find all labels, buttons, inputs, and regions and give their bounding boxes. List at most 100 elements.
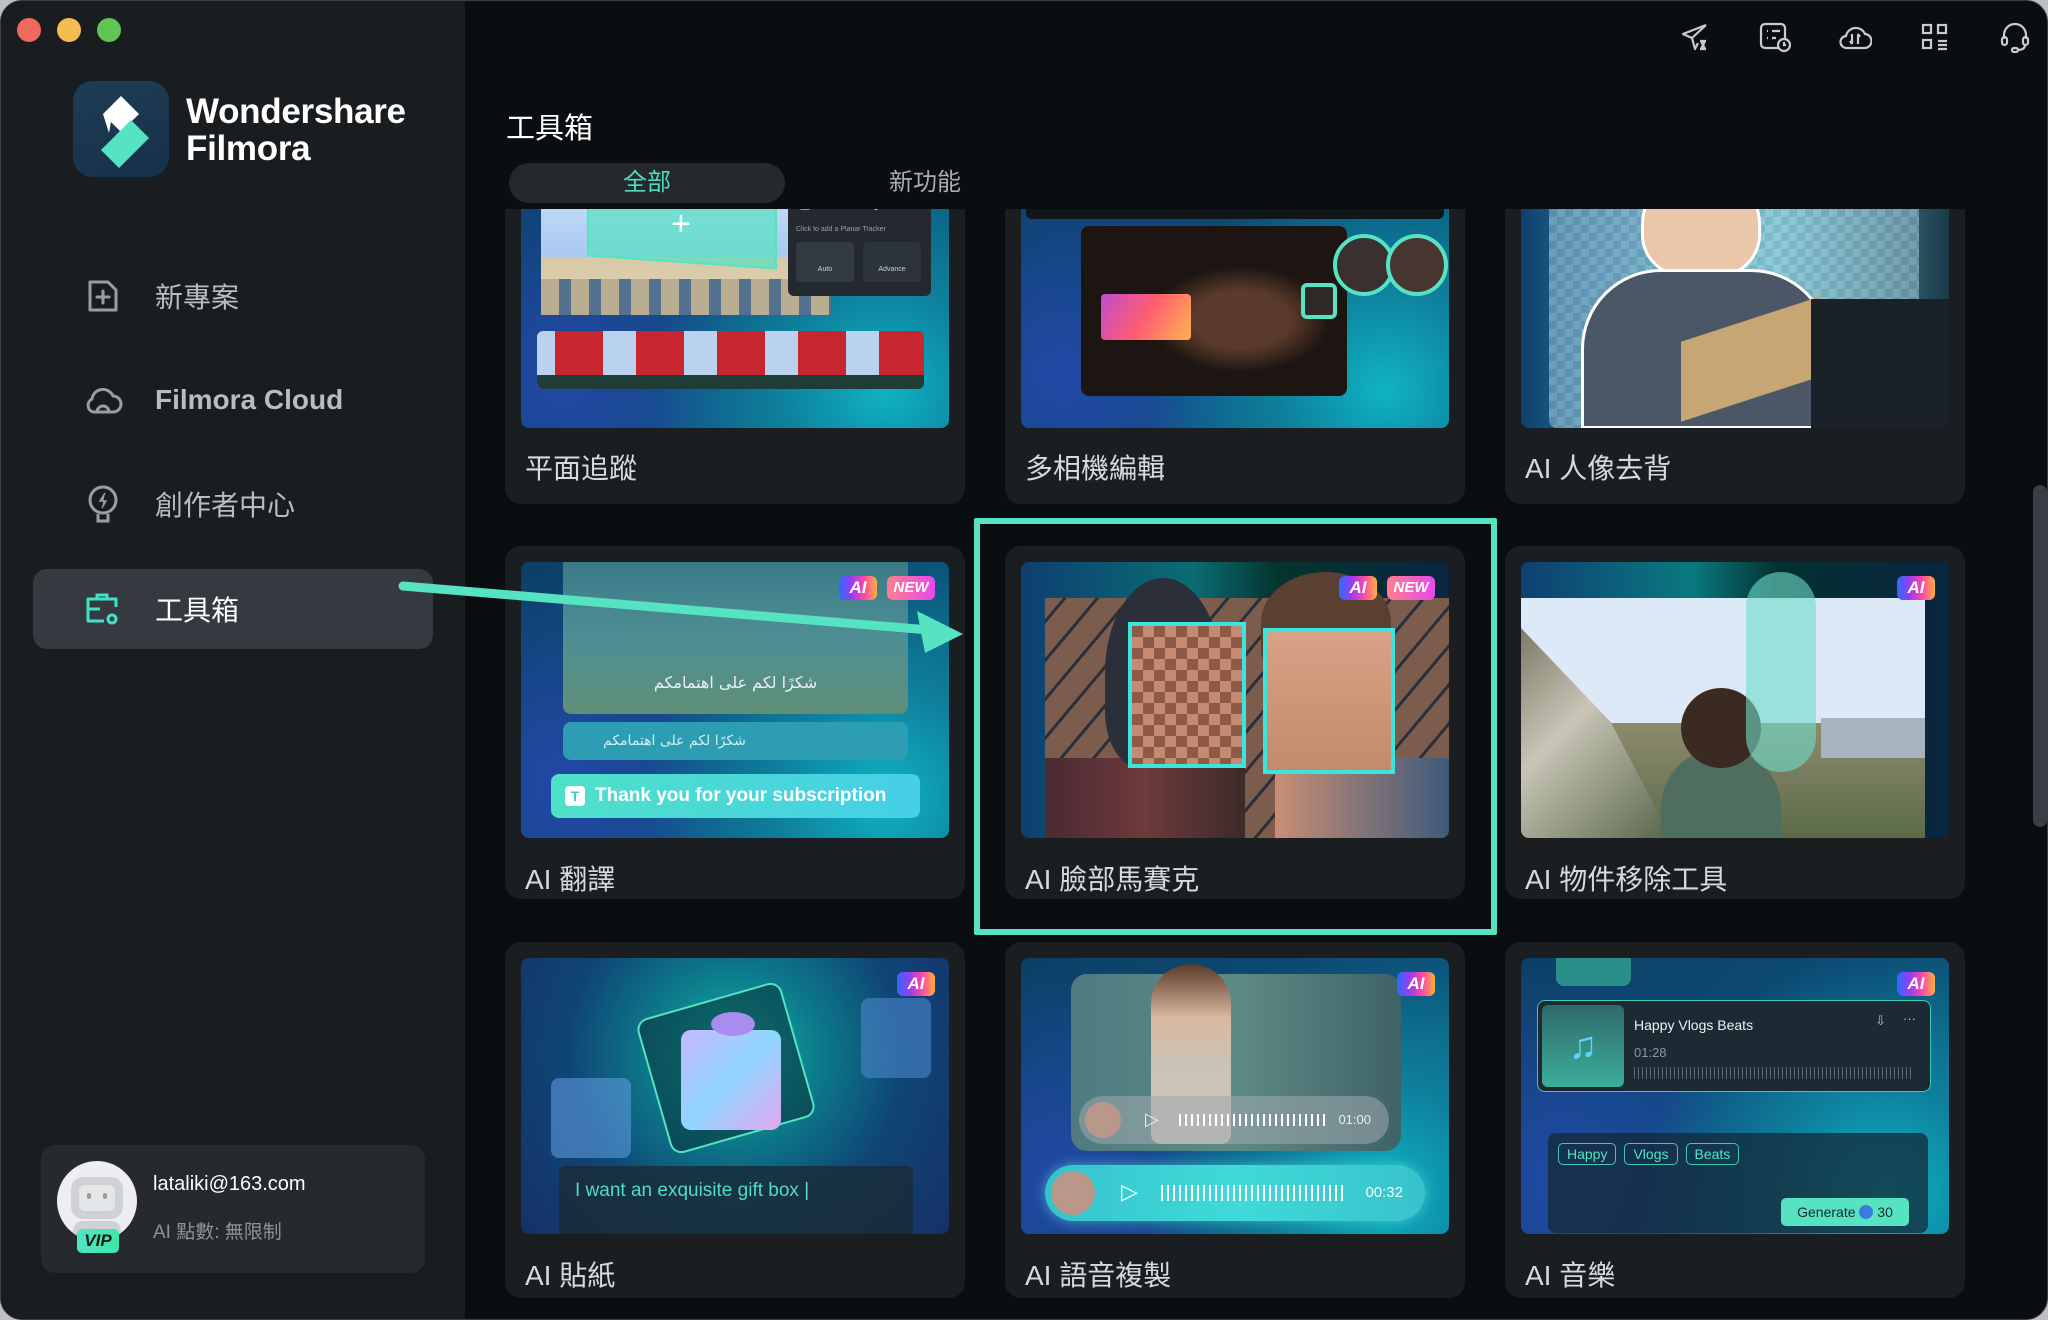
detected-face-box xyxy=(1263,628,1395,774)
ai-badge: AI xyxy=(839,576,877,600)
ai-credit-icon xyxy=(1859,1205,1874,1219)
badges: AI xyxy=(897,972,935,996)
tool-card-ai-portrait-cutout[interactable]: AI 人像去背 xyxy=(1505,209,1965,504)
badges: AI xyxy=(1897,972,1935,996)
sidebar-item-toolbox[interactable]: 工具箱 xyxy=(33,569,433,649)
scrollbar[interactable] xyxy=(2033,485,2047,827)
play-icon: ▷ xyxy=(1145,1109,1159,1129)
card-thumbnail: I want an exquisite gift box | AI xyxy=(521,958,949,1234)
cloud-icon xyxy=(83,380,123,420)
card-thumbnail: ♫ Happy Vlogs Beats 01:28 ⇩ ··· Happy Vl… xyxy=(1521,958,1949,1234)
card-title: 平面追蹤 xyxy=(525,453,638,484)
card-title: AI 語音複製 xyxy=(1025,1260,1172,1291)
category-tabs: 全部 新功能 xyxy=(509,163,1283,203)
user-email: lataliki@163.com xyxy=(153,1173,306,1195)
cloned-duration: 00:32 xyxy=(1365,1184,1403,1201)
ai-badge: AI xyxy=(1897,576,1935,600)
timeline-strip xyxy=(537,331,924,389)
tools-grid: + Planar Tracking Click to add a Planar … xyxy=(465,209,2047,1319)
card-title: AI 人像去背 xyxy=(1525,453,1672,484)
music-note-icon: ♫ xyxy=(1542,1005,1624,1087)
tag-happy: Happy xyxy=(1558,1143,1617,1165)
sidebar-item-creator-hub[interactable]: 創作者中心 xyxy=(33,464,433,544)
cloud-transfer-icon[interactable] xyxy=(1835,17,1875,57)
sidebar-item-label: Filmora Cloud xyxy=(155,384,344,415)
new-badge: NEW xyxy=(1387,576,1435,600)
prompt-input: I want an exquisite gift box | xyxy=(559,1166,913,1234)
card-thumbnail: + Planar Tracking Click to add a Planar … xyxy=(521,209,949,428)
more-icon: ··· xyxy=(1903,1011,1916,1026)
tool-card-ai-object-remover[interactable]: AI AI 物件移除工具 xyxy=(1505,546,1965,899)
minimize-window-button[interactable] xyxy=(57,18,81,42)
card-thumbnail: ▷ 01:00 ▷ 00:32 AI xyxy=(1021,958,1449,1234)
tool-card-ai-voice-clone[interactable]: ▷ 01:00 ▷ 00:32 AI AI 語音複製 xyxy=(1005,942,1465,1298)
auto-button: Auto xyxy=(796,242,854,282)
card-thumbnail: شكرًا لكم على اهتمامكم شكرًا لكم على اهت… xyxy=(521,562,949,838)
card-thumbnail: AI NEW xyxy=(1021,562,1449,838)
removal-brush-mask xyxy=(1746,572,1816,772)
page-title: 工具箱 xyxy=(506,113,594,145)
subtitle-source: شكرًا لكم على اهتمامكم xyxy=(653,673,818,692)
download-icon: ⇩ xyxy=(1875,1013,1886,1028)
card-title: AI 翻譯 xyxy=(525,864,616,895)
tool-card-planar-tracking[interactable]: + Planar Tracking Click to add a Planar … xyxy=(505,209,965,504)
crosshair-icon: + xyxy=(671,209,691,243)
badges: AI NEW xyxy=(839,576,935,600)
card-title: AI 音樂 xyxy=(1525,1260,1616,1291)
cloned-voice-bar: ▷ 00:32 xyxy=(1045,1165,1425,1221)
vip-badge: VIP xyxy=(77,1229,119,1253)
badges: AI xyxy=(1397,972,1435,996)
ai-badge: AI xyxy=(897,972,935,996)
original-voice-bar: ▷ 01:00 xyxy=(1079,1096,1389,1144)
lightbulb-bolt-icon xyxy=(83,484,123,524)
send-timer-icon[interactable] xyxy=(1675,17,1715,57)
sidebar-item-label: 工具箱 xyxy=(155,595,240,626)
badges: AI NEW xyxy=(1339,576,1435,600)
sidebar-item-filmora-cloud[interactable]: Filmora Cloud xyxy=(33,360,433,440)
tool-card-ai-music[interactable]: ♫ Happy Vlogs Beats 01:28 ⇩ ··· Happy Vl… xyxy=(1505,942,1965,1298)
coast-photo xyxy=(1521,598,1925,838)
sidebar-item-new-project[interactable]: 新專案 xyxy=(33,256,433,336)
text-icon: T xyxy=(565,786,585,806)
sidebar-item-label: 創作者中心 xyxy=(155,490,296,521)
ai-points-status: AI 點數: 無限制 xyxy=(153,1222,282,1243)
window-controls xyxy=(17,18,121,42)
camera-angles-strip xyxy=(1026,209,1444,219)
tab-new-features[interactable]: 新功能 xyxy=(889,163,989,203)
card-title: 多相機編輯 xyxy=(1025,453,1166,484)
card-title: AI 貼紙 xyxy=(525,1260,616,1291)
cut-button-icon xyxy=(1301,283,1337,319)
new-badge: NEW xyxy=(887,576,935,600)
zoom-window-button[interactable] xyxy=(97,18,121,42)
top-toolbar xyxy=(1675,17,2047,57)
translated-text-row: T Thank you for your subscription xyxy=(551,774,920,818)
tool-card-ai-face-mosaic[interactable]: AI NEW AI 臉部馬賽克 xyxy=(1005,546,1465,899)
advance-button: Advance xyxy=(863,242,921,282)
tool-card-ai-sticker[interactable]: I want an exquisite gift box | AI AI 貼紙 xyxy=(505,942,965,1298)
card-thumbnail: AI xyxy=(1521,562,1949,838)
track-card: ♫ Happy Vlogs Beats 01:28 ⇩ ··· xyxy=(1537,1000,1931,1092)
apps-grid-icon[interactable] xyxy=(1915,17,1955,57)
badges: AI xyxy=(1897,576,1935,600)
tab-all[interactable]: 全部 xyxy=(509,163,785,203)
ai-badge: AI xyxy=(1339,576,1377,600)
user-account-card[interactable] xyxy=(41,1145,425,1273)
generate-button: Generate 30 xyxy=(1781,1198,1909,1226)
tag-beats: Beats xyxy=(1685,1143,1740,1165)
mosaic-face-box xyxy=(1128,622,1246,768)
gift-box-sticker xyxy=(681,1030,781,1130)
track-duration: 01:28 xyxy=(1634,1045,1667,1060)
sidebar-item-label: 新專案 xyxy=(155,282,240,313)
ai-badge: AI xyxy=(1897,972,1935,996)
panel-title: Planar Tracking xyxy=(816,209,879,210)
play-icon: ▷ xyxy=(1121,1179,1138,1204)
toolbox-icon xyxy=(83,589,123,629)
tool-card-multicam-edit[interactable]: 多相機編輯 xyxy=(1005,209,1465,504)
app-window: Wondershare Filmora 新專案 Filmora Cloud 創作… xyxy=(0,0,2048,1320)
tool-card-ai-translate[interactable]: شكرًا لكم على اهتمامكم شكرًا لكم على اهت… xyxy=(505,546,965,899)
headset-support-icon[interactable] xyxy=(1995,17,2035,57)
close-window-button[interactable] xyxy=(17,18,41,42)
task-list-clock-icon[interactable] xyxy=(1755,17,1795,57)
card-thumbnail xyxy=(1021,209,1449,428)
sidebar: Wondershare Filmora 新專案 Filmora Cloud 創作… xyxy=(1,1,465,1319)
